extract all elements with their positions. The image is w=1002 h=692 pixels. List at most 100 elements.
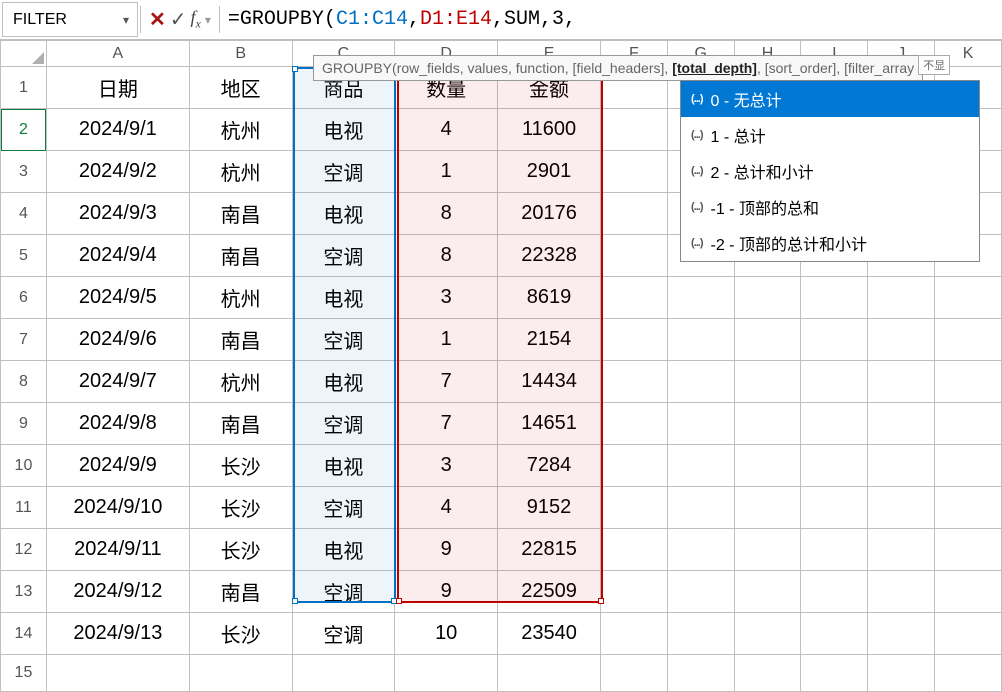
cell-K13[interactable]: [935, 571, 1002, 613]
cell-E10[interactable]: 7284: [498, 445, 601, 487]
cell-I10[interactable]: [801, 445, 868, 487]
fx-dropdown-icon[interactable]: ▾: [205, 13, 211, 27]
cell-G10[interactable]: [667, 445, 734, 487]
cell-B10[interactable]: 长沙: [189, 445, 292, 487]
row-header-1[interactable]: 1: [1, 67, 47, 109]
cell-F14[interactable]: [600, 613, 667, 655]
cell-B15[interactable]: [189, 655, 292, 692]
cell-G13[interactable]: [667, 571, 734, 613]
cell-J6[interactable]: [868, 277, 935, 319]
cell-C6[interactable]: 电视: [292, 277, 395, 319]
cell-H12[interactable]: [734, 529, 801, 571]
cell-D11[interactable]: 4: [395, 487, 498, 529]
name-box-dropdown-icon[interactable]: ▾: [123, 13, 129, 27]
cell-D5[interactable]: 8: [395, 235, 498, 277]
cell-J14[interactable]: [868, 613, 935, 655]
cell-C11[interactable]: 空调: [292, 487, 395, 529]
cell-D3[interactable]: 1: [395, 151, 498, 193]
cell-E4[interactable]: 20176: [498, 193, 601, 235]
cell-A9[interactable]: 2024/9/8: [46, 403, 189, 445]
cell-D9[interactable]: 7: [395, 403, 498, 445]
cell-C5[interactable]: 空调: [292, 235, 395, 277]
cell-I13[interactable]: [801, 571, 868, 613]
row-header-15[interactable]: 15: [1, 655, 47, 692]
autocomplete-item-4[interactable]: (...) -2 - 顶部的总计和小计: [681, 225, 979, 261]
row-header-10[interactable]: 10: [1, 445, 47, 487]
cell-F6[interactable]: [600, 277, 667, 319]
cell-G6[interactable]: [667, 277, 734, 319]
cell-I6[interactable]: [801, 277, 868, 319]
cell-H8[interactable]: [734, 361, 801, 403]
col-header-A[interactable]: A: [46, 41, 189, 67]
name-box-wrapper[interactable]: ▾: [2, 2, 138, 37]
cell-J10[interactable]: [868, 445, 935, 487]
cell-K6[interactable]: [935, 277, 1002, 319]
cell-J8[interactable]: [868, 361, 935, 403]
cell-D8[interactable]: 7: [395, 361, 498, 403]
cell-B14[interactable]: 长沙: [189, 613, 292, 655]
cell-F9[interactable]: [600, 403, 667, 445]
cell-J7[interactable]: [868, 319, 935, 361]
cell-K11[interactable]: [935, 487, 1002, 529]
cell-F12[interactable]: [600, 529, 667, 571]
cell-A13[interactable]: 2024/9/12: [46, 571, 189, 613]
cell-E7[interactable]: 2154: [498, 319, 601, 361]
cell-H6[interactable]: [734, 277, 801, 319]
cell-A3[interactable]: 2024/9/2: [46, 151, 189, 193]
cell-G9[interactable]: [667, 403, 734, 445]
cell-A5[interactable]: 2024/9/4: [46, 235, 189, 277]
cell-A6[interactable]: 2024/9/5: [46, 277, 189, 319]
cell-H14[interactable]: [734, 613, 801, 655]
cell-K7[interactable]: [935, 319, 1002, 361]
cell-D13[interactable]: 9: [395, 571, 498, 613]
cell-G8[interactable]: [667, 361, 734, 403]
row-header-12[interactable]: 12: [1, 529, 47, 571]
cell-G14[interactable]: [667, 613, 734, 655]
cell-K12[interactable]: [935, 529, 1002, 571]
row-header-3[interactable]: 3: [1, 151, 47, 193]
cell-H9[interactable]: [734, 403, 801, 445]
cell-J9[interactable]: [868, 403, 935, 445]
cell-E15[interactable]: [498, 655, 601, 692]
autocomplete-item-1[interactable]: (...) 1 - 总计: [681, 117, 979, 153]
name-box-input[interactable]: [11, 10, 123, 30]
cell-J12[interactable]: [868, 529, 935, 571]
cell-A2[interactable]: 2024/9/1: [46, 109, 189, 151]
cell-B2[interactable]: 杭州: [189, 109, 292, 151]
cell-C13[interactable]: 空调: [292, 571, 395, 613]
cell-C10[interactable]: 电视: [292, 445, 395, 487]
cell-E11[interactable]: 9152: [498, 487, 601, 529]
row-header-9[interactable]: 9: [1, 403, 47, 445]
cell-C2[interactable]: 电视: [292, 109, 395, 151]
cell-E13[interactable]: 22509: [498, 571, 601, 613]
cell-I15[interactable]: [801, 655, 868, 692]
cell-G11[interactable]: [667, 487, 734, 529]
cell-D2[interactable]: 4: [395, 109, 498, 151]
cell-F3[interactable]: [600, 151, 667, 193]
cell-I11[interactable]: [801, 487, 868, 529]
cell-G7[interactable]: [667, 319, 734, 361]
cell-I9[interactable]: [801, 403, 868, 445]
cell-I14[interactable]: [801, 613, 868, 655]
cell-K8[interactable]: [935, 361, 1002, 403]
cell-E5[interactable]: 22328: [498, 235, 601, 277]
autocomplete-item-2[interactable]: (...) 2 - 总计和小计: [681, 153, 979, 189]
cell-A1[interactable]: 日期: [46, 67, 189, 109]
cell-G15[interactable]: [667, 655, 734, 692]
cell-E14[interactable]: 23540: [498, 613, 601, 655]
cell-C12[interactable]: 电视: [292, 529, 395, 571]
cell-A15[interactable]: [46, 655, 189, 692]
cell-A12[interactable]: 2024/9/11: [46, 529, 189, 571]
cell-K10[interactable]: [935, 445, 1002, 487]
cell-F8[interactable]: [600, 361, 667, 403]
cell-B13[interactable]: 南昌: [189, 571, 292, 613]
tooltip-current-arg[interactable]: [total_depth]: [672, 60, 757, 76]
select-all-corner[interactable]: [1, 41, 47, 67]
cell-C14[interactable]: 空调: [292, 613, 395, 655]
formula-cancel-icon[interactable]: ✕: [149, 7, 166, 32]
cell-C9[interactable]: 空调: [292, 403, 395, 445]
cell-E9[interactable]: 14651: [498, 403, 601, 445]
cell-B8[interactable]: 杭州: [189, 361, 292, 403]
cell-B7[interactable]: 南昌: [189, 319, 292, 361]
cell-F5[interactable]: [600, 235, 667, 277]
